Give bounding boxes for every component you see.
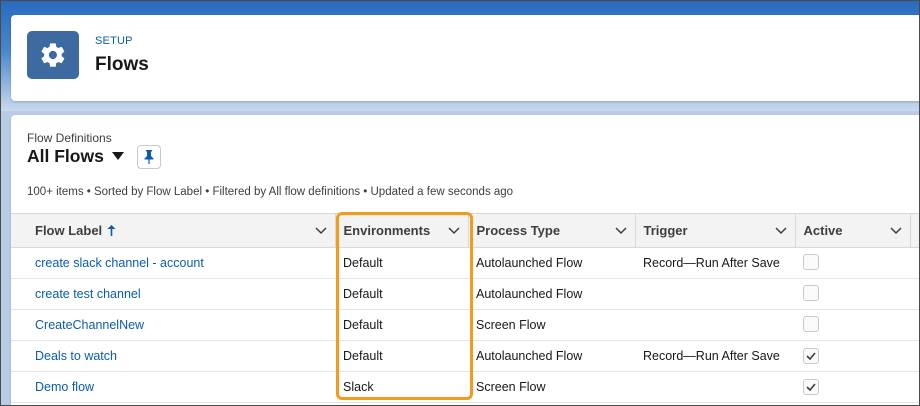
column-header-trigger[interactable]: Trigger — [635, 213, 796, 248]
object-label: Flow Definitions — [27, 131, 112, 145]
page-header: SETUP Flows — [11, 15, 919, 101]
pin-icon — [144, 150, 154, 164]
table-row: Deals to watch Default Autolaunched Flow… — [11, 340, 919, 372]
active-checkbox[interactable] — [803, 284, 819, 301]
gear-icon — [41, 43, 65, 67]
column-header-label: Process Type — [476, 223, 561, 238]
list-info-summary: 100+ items • Sorted by Flow Label • Filt… — [27, 186, 514, 198]
active-checkbox[interactable] — [803, 315, 819, 332]
flow-label-link[interactable]: create test channel — [35, 287, 141, 301]
list-view-selector[interactable]: All Flows — [27, 146, 124, 167]
chevron-down-icon[interactable] — [774, 226, 787, 235]
flow-label-link[interactable]: Deals to watch — [35, 349, 117, 363]
trigger-cell — [635, 309, 795, 341]
table-body: create slack channel - account Default A… — [11, 247, 919, 403]
flow-label-link[interactable]: create slack channel - account — [35, 256, 204, 270]
trigger-cell — [635, 278, 795, 310]
chevron-down-icon[interactable] — [447, 226, 460, 235]
checkmark-icon — [806, 383, 816, 391]
table-row: Demo flow Slack Screen Flow — [11, 371, 919, 403]
caret-down-icon — [111, 152, 124, 161]
process-type-cell: Screen Flow — [468, 371, 635, 403]
checkmark-icon — [806, 352, 816, 360]
column-header-environments[interactable]: Environments — [335, 213, 469, 248]
column-header-label: Active — [803, 223, 843, 238]
trigger-cell: Record—Run After Save — [635, 340, 795, 372]
column-header-process-type[interactable]: Process Type — [468, 213, 636, 248]
table-row: CreateChannelNew Default Screen Flow — [11, 309, 919, 341]
column-header-label: Trigger — [643, 223, 688, 238]
page-title: Flows — [95, 54, 149, 75]
environment-cell: Default — [335, 278, 468, 310]
table-header-row: Flow Label Environments Process Type Tri… — [11, 213, 919, 248]
chevron-down-icon[interactable] — [614, 226, 627, 235]
setup-gear-tile — [27, 31, 79, 79]
column-header-active[interactable]: Active — [795, 213, 911, 248]
column-header-spacer — [910, 213, 919, 248]
table-row: create test channel Default Autolaunched… — [11, 278, 919, 310]
environment-cell: Default — [335, 309, 468, 341]
pin-list-view-button[interactable] — [137, 145, 161, 169]
flows-table: Flow Label Environments Process Type Tri… — [11, 213, 919, 403]
column-header-label: Flow Label — [35, 223, 103, 238]
process-type-cell: Autolaunched Flow — [468, 278, 635, 310]
active-checkbox[interactable] — [803, 348, 819, 364]
list-view-name: All Flows — [27, 146, 104, 166]
table-row: create slack channel - account Default A… — [11, 247, 919, 279]
environment-cell: Slack — [335, 371, 468, 403]
column-header-label: Environments — [343, 223, 431, 238]
process-type-cell: Autolaunched Flow — [468, 340, 635, 372]
column-header-flow-label[interactable]: Flow Label — [11, 213, 336, 248]
flow-label-link[interactable]: CreateChannelNew — [35, 318, 144, 332]
environment-cell: Default — [335, 340, 468, 372]
active-checkbox[interactable] — [803, 379, 819, 395]
process-type-cell: Autolaunched Flow — [468, 247, 635, 279]
sort-ascending-icon — [107, 225, 116, 236]
trigger-cell — [635, 371, 795, 403]
active-checkbox[interactable] — [803, 253, 819, 270]
chevron-down-icon[interactable] — [889, 226, 902, 235]
list-view-card: Flow Definitions All Flows 100+ items • … — [11, 115, 919, 405]
flow-label-link[interactable]: Demo flow — [35, 380, 94, 394]
trigger-cell: Record—Run After Save — [635, 247, 795, 279]
environment-cell: Default — [335, 247, 468, 279]
process-type-cell: Screen Flow — [468, 309, 635, 341]
chevron-down-icon[interactable] — [314, 226, 327, 235]
breadcrumb-setup[interactable]: SETUP — [95, 35, 133, 47]
app-window: SETUP Flows Flow Definitions All Flows 1… — [0, 0, 920, 406]
